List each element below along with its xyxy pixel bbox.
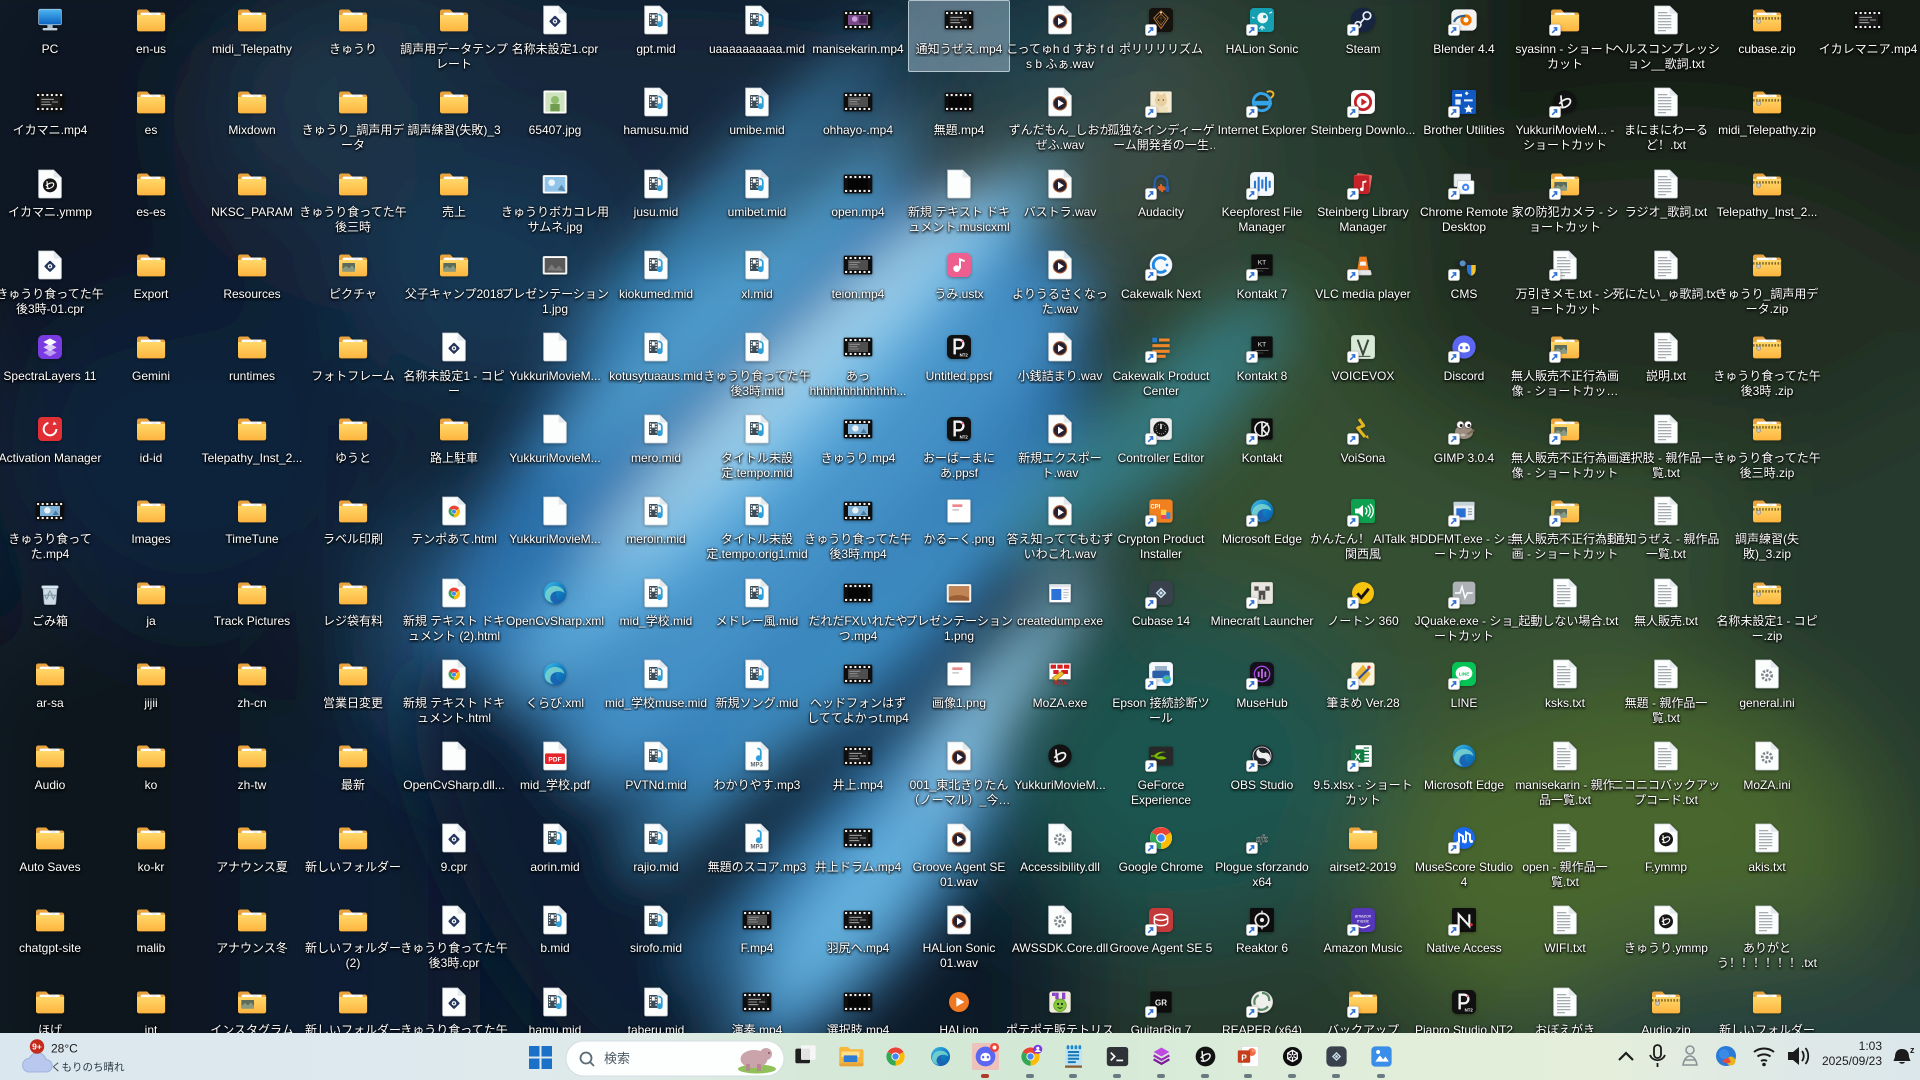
- svg-text:くもりのち晴れ: くもりのち晴れ: [51, 1061, 125, 1074]
- svg-text:検索: 検索: [604, 1051, 630, 1066]
- svg-text:P: P: [1241, 1052, 1247, 1062]
- svg-text:z: z: [1910, 1045, 1915, 1055]
- svg-text:28°C: 28°C: [51, 1042, 78, 1056]
- svg-text:9+: 9+: [32, 1042, 42, 1052]
